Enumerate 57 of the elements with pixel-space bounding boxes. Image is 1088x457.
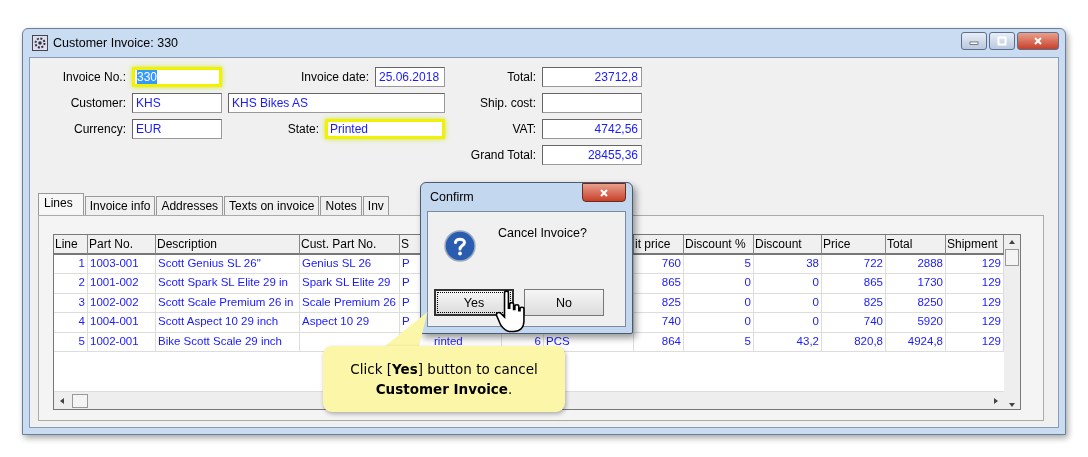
table-cell: 0	[754, 274, 822, 294]
table-cell: 825	[822, 293, 886, 313]
table-cell: 1003-001	[88, 254, 156, 274]
table-cell: Genius SL 26	[300, 254, 400, 274]
table-cell: 8250	[886, 293, 946, 313]
dialog-message: Cancel Invoice?	[498, 226, 587, 240]
field-label: Invoice No.:	[61, 69, 126, 84]
field-label: Customer:	[69, 95, 126, 110]
table-cell: 5	[684, 254, 754, 274]
field-label: Ship. cost:	[478, 95, 536, 110]
field-label: Grand Total:	[469, 147, 536, 162]
field-label: Currency:	[73, 121, 126, 136]
table-cell: 3	[54, 293, 88, 313]
table-cell: 4924,8	[886, 332, 946, 352]
table-cell: 5	[54, 332, 88, 352]
table-cell: 1004-001	[88, 313, 156, 333]
table-cell: 740	[634, 313, 684, 333]
field-label: VAT:	[511, 121, 536, 136]
table-cell: 0	[754, 313, 822, 333]
table-cell: 1001-002	[88, 274, 156, 294]
table-cell: 0	[684, 313, 754, 333]
dialog-title: Confirm	[430, 190, 474, 204]
table-cell: 38	[754, 254, 822, 274]
field-label: State:	[287, 121, 319, 136]
table-cell: 825	[634, 293, 684, 313]
table-cell: Aspect 10 29	[300, 313, 400, 333]
table-cell: Scott Scale Premium 26 in	[156, 293, 300, 313]
table-cell: 740	[822, 313, 886, 333]
table-cell: 43,2	[754, 332, 822, 352]
table-cell: Bike Scott Scale 29 inch	[156, 332, 300, 352]
table-cell: 820,8	[822, 332, 886, 352]
table-cell: 5920	[886, 313, 946, 333]
table-cell: 5	[684, 332, 754, 352]
table-cell: Scott Aspect 10 29 inch	[156, 313, 300, 333]
table-cell: 1730	[886, 274, 946, 294]
table-cell: Scale Premium 26	[300, 293, 400, 313]
table-cell: 2	[54, 274, 88, 294]
window-title: Customer Invoice: 330	[53, 36, 179, 50]
table-cell: 722	[822, 254, 886, 274]
table-cell: Scott Genius SL 26"	[156, 254, 300, 274]
table-cell: 865	[634, 274, 684, 294]
field-label: Total:	[506, 69, 536, 84]
table-cell: 0	[684, 293, 754, 313]
table-cell: 0	[754, 293, 822, 313]
table-cell: Scott Spark SL Elite 29 in	[156, 274, 300, 294]
table-cell: 865	[822, 274, 886, 294]
table-cell: 864	[634, 332, 684, 352]
table-cell: Spark SL Elite 29	[300, 274, 400, 294]
table-cell: 760	[634, 254, 684, 274]
table-cell: 2888	[886, 254, 946, 274]
table-cell: 1002-002	[88, 293, 156, 313]
table-cell: 1002-001	[88, 332, 156, 352]
table-cell: 1	[54, 254, 88, 274]
callout-text: Click [Yes] button to cancel Customer Invoice.	[349, 359, 539, 399]
table-cell: 4	[54, 313, 88, 333]
field-label: Invoice date:	[300, 69, 369, 84]
table-cell: 0	[684, 274, 754, 294]
